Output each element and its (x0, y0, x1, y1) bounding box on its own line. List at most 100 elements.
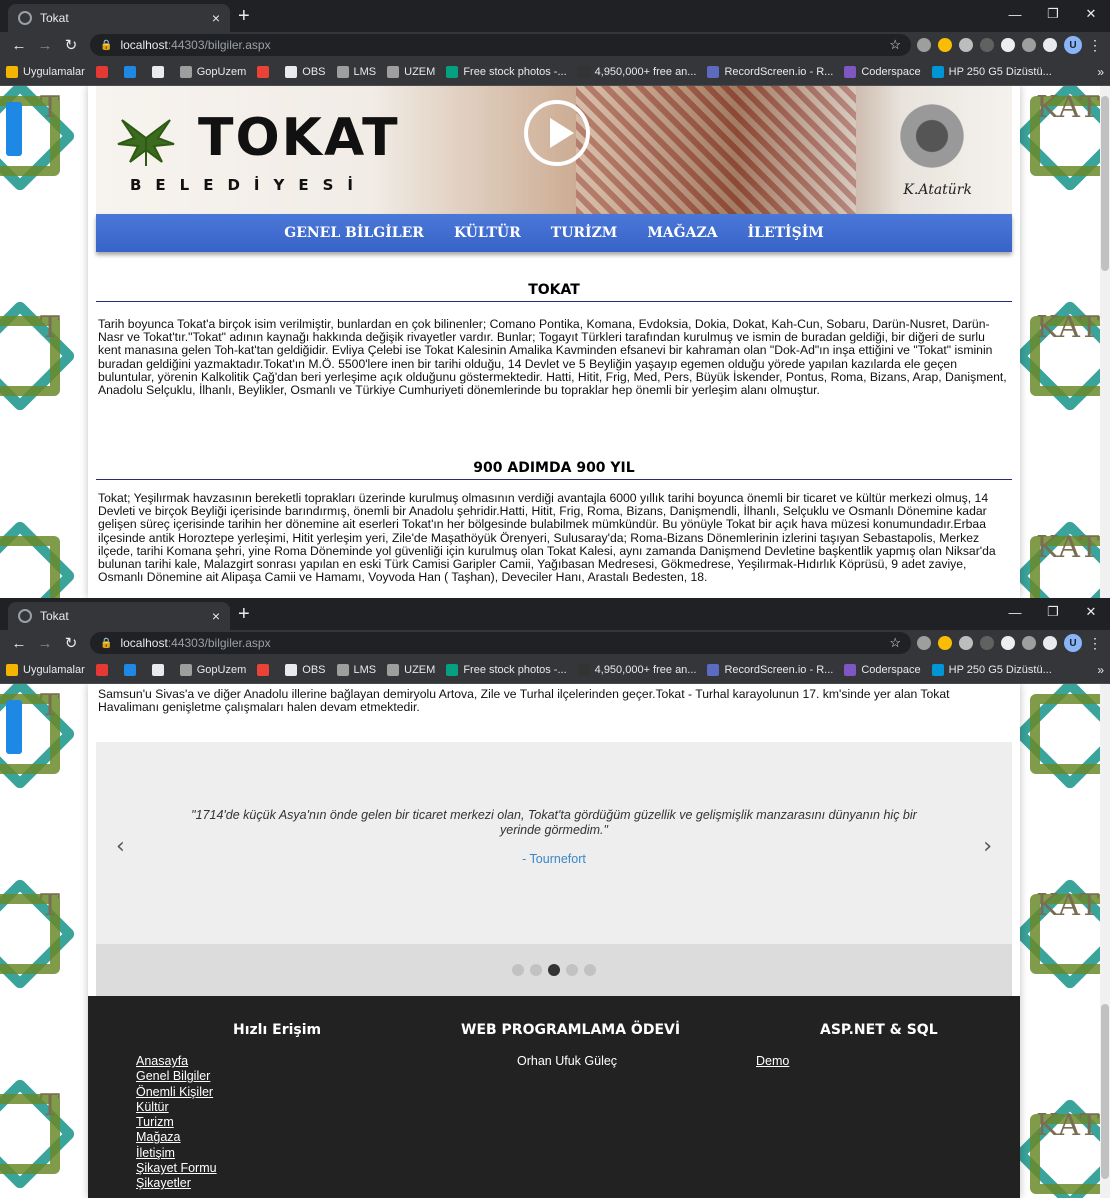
bookmark-item[interactable]: LMS (336, 65, 376, 78)
forward-arrow-icon[interactable]: → (34, 37, 56, 54)
bookmark-item[interactable]: HP 250 G5 Dizüstü... (931, 65, 1052, 78)
extension-icon[interactable] (959, 636, 973, 650)
carousel-indicator-dot[interactable] (584, 964, 596, 976)
extension-icon[interactable] (959, 38, 973, 52)
footer-link[interactable]: Mağaza (136, 1130, 217, 1145)
footer-link[interactable]: Genel Bilgiler (136, 1069, 217, 1084)
bookmark-item[interactable] (95, 65, 113, 78)
extension-icon[interactable] (980, 38, 994, 52)
bookmark-star-icon[interactable]: ☆ (889, 635, 901, 651)
side-floating-tab[interactable] (6, 700, 22, 754)
bookmark-item[interactable]: OBS (285, 663, 326, 676)
footer-link[interactable]: Önemli Kişiler (136, 1085, 217, 1100)
bookmark-item[interactable] (257, 663, 274, 676)
scrollbar[interactable] (1100, 86, 1110, 598)
reload-icon[interactable]: ↻ (60, 36, 82, 54)
menu-kebab-icon[interactable]: ⋮ (1088, 37, 1102, 54)
restore-button[interactable]: ❐ (1034, 598, 1072, 626)
footer-link[interactable]: Şikayet Formu (136, 1161, 217, 1176)
close-window-button[interactable]: ✕ (1072, 0, 1110, 28)
carousel-prev-button[interactable]: ‹ (116, 834, 125, 859)
nav-magaza[interactable]: MAĞAZA (647, 225, 717, 241)
profile-avatar[interactable]: U (1064, 36, 1082, 54)
extension-icon[interactable] (980, 636, 994, 650)
bookmark-favicon-icon (123, 65, 136, 78)
carousel-indicator-dot[interactable] (548, 964, 560, 976)
side-floating-tab[interactable] (6, 102, 22, 156)
back-arrow-icon[interactable]: ← (8, 37, 30, 54)
footer-link[interactable]: Kültür (136, 1100, 217, 1115)
extension-icon[interactable] (1022, 38, 1036, 52)
bookmark-item[interactable]: Uygulamalar (6, 663, 85, 676)
bookmark-item[interactable]: Uygulamalar (6, 65, 85, 78)
browser-tab[interactable]: Tokat × (8, 4, 230, 32)
extension-icon[interactable] (1001, 38, 1015, 52)
menu-kebab-icon[interactable]: ⋮ (1088, 635, 1102, 652)
scrollbar[interactable] (1100, 684, 1110, 1198)
footer-link[interactable]: Anasayfa (136, 1054, 217, 1069)
footer-link[interactable]: Turizm (136, 1115, 217, 1130)
extension-icon[interactable] (938, 636, 952, 650)
bookmark-item[interactable]: 4,950,000+ free an... (577, 65, 696, 78)
carousel-next-button[interactable]: › (983, 834, 992, 859)
bookmark-star-icon[interactable]: ☆ (889, 37, 901, 53)
browser-tab[interactable]: Tokat × (8, 602, 230, 630)
bookmark-item[interactable]: Free stock photos -... (446, 65, 567, 78)
bookmark-item[interactable]: RecordScreen.io - R... (707, 663, 833, 676)
bookmark-item[interactable]: Coderspace (844, 663, 921, 676)
address-bar[interactable]: 🔒 localhost :44303/bilgiler.aspx ☆ (90, 34, 911, 56)
bookmark-item[interactable] (123, 663, 141, 676)
bookmark-item[interactable]: RecordScreen.io - R... (707, 65, 833, 78)
forward-arrow-icon[interactable]: → (34, 635, 56, 652)
play-video-button[interactable] (524, 100, 590, 166)
nav-iletisim[interactable]: İLETİŞİM (748, 225, 824, 241)
close-tab-icon[interactable]: × (212, 10, 220, 26)
bookmark-item[interactable]: LMS (336, 663, 376, 676)
bookmark-item[interactable]: Free stock photos -... (446, 663, 567, 676)
bookmark-item[interactable] (95, 663, 113, 676)
bookmark-item[interactable] (123, 65, 141, 78)
bookmark-item[interactable]: UZEM (387, 65, 435, 78)
close-window-button[interactable]: ✕ (1072, 598, 1110, 626)
extension-icon[interactable] (1022, 636, 1036, 650)
scrollbar-thumb[interactable] (1101, 1004, 1109, 1179)
bookmark-item[interactable] (257, 65, 274, 78)
carousel-indicator-dot[interactable] (530, 964, 542, 976)
new-tab-button[interactable]: + (238, 603, 250, 626)
bookmarks-more-button[interactable]: » (1097, 663, 1104, 677)
bookmark-item[interactable] (151, 65, 169, 78)
extension-icon[interactable] (1001, 636, 1015, 650)
back-arrow-icon[interactable]: ← (8, 635, 30, 652)
bookmarks-more-button[interactable]: » (1097, 65, 1104, 79)
extension-icon[interactable] (938, 38, 952, 52)
bookmark-item[interactable]: UZEM (387, 663, 435, 676)
minimize-button[interactable]: — (996, 0, 1034, 28)
scrollbar-thumb[interactable] (1101, 96, 1109, 271)
bookmark-item[interactable]: GopUzem (179, 65, 246, 78)
reload-icon[interactable]: ↻ (60, 634, 82, 652)
new-tab-button[interactable]: + (238, 5, 250, 28)
bookmark-item[interactable]: HP 250 G5 Dizüstü... (931, 663, 1052, 676)
bookmark-item[interactable]: OBS (285, 65, 326, 78)
bookmark-item[interactable]: GopUzem (179, 663, 246, 676)
carousel-indicator-dot[interactable] (512, 964, 524, 976)
extension-icon[interactable] (917, 636, 931, 650)
nav-genel-bilgiler[interactable]: GENEL BİLGİLER (284, 225, 424, 241)
nav-turizm[interactable]: TURİZM (551, 225, 618, 241)
bookmark-item[interactable] (151, 663, 169, 676)
address-bar[interactable]: 🔒 localhost :44303/bilgiler.aspx ☆ (90, 632, 911, 654)
minimize-button[interactable]: — (996, 598, 1034, 626)
bookmark-item[interactable]: 4,950,000+ free an... (577, 663, 696, 676)
restore-button[interactable]: ❐ (1034, 0, 1072, 28)
footer-link[interactable]: Şikayetler (136, 1176, 217, 1191)
footer-link[interactable]: İletişim (136, 1146, 217, 1161)
puzzle-icon[interactable] (1043, 636, 1057, 650)
footer-demo-link[interactable]: Demo (756, 1054, 789, 1068)
nav-kultur[interactable]: KÜLTÜR (454, 225, 521, 241)
carousel-indicator-dot[interactable] (566, 964, 578, 976)
close-tab-icon[interactable]: × (212, 608, 220, 624)
extension-icon[interactable] (917, 38, 931, 52)
bookmark-item[interactable]: Coderspace (844, 65, 921, 78)
puzzle-icon[interactable] (1043, 38, 1057, 52)
profile-avatar[interactable]: U (1064, 634, 1082, 652)
